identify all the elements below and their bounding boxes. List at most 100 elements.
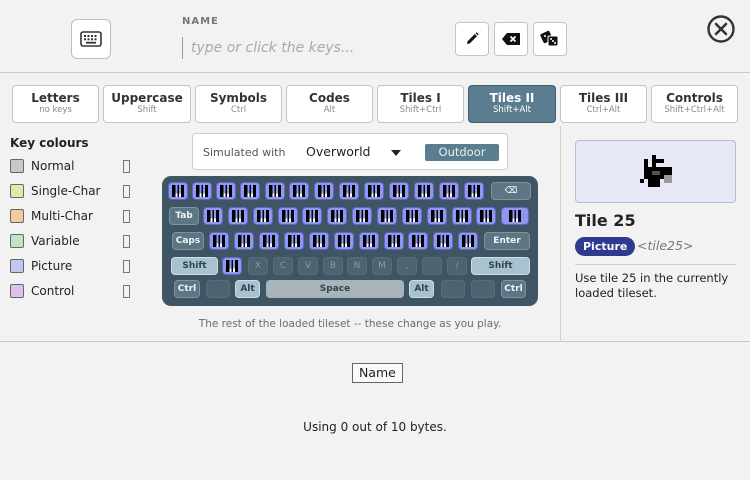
legend-swatch: [10, 259, 24, 273]
tile-key[interactable]: [427, 207, 447, 225]
tile-key[interactable]: [452, 207, 472, 225]
tile-code: <tile25>: [637, 238, 694, 253]
shift-right-key[interactable]: Shift: [471, 257, 530, 275]
tile-key[interactable]: [203, 207, 223, 225]
key-n[interactable]: N: [347, 257, 367, 275]
keyboard-toggle-button[interactable]: [71, 19, 111, 59]
tile-key[interactable]: [414, 182, 434, 200]
world-select[interactable]: Overworld: [306, 144, 370, 159]
tile-key[interactable]: [384, 232, 404, 250]
key-b[interactable]: B: [323, 257, 343, 275]
tab-symbols[interactable]: Symbols Ctrl: [195, 85, 282, 123]
tile-key[interactable]: [222, 257, 242, 275]
tab-shortcut: Shift: [137, 105, 157, 115]
random-button[interactable]: [533, 22, 567, 56]
tab-shortcut: Shift+Alt: [493, 105, 531, 115]
key-v[interactable]: V: [298, 257, 318, 275]
space-key[interactable]: Space: [266, 280, 404, 298]
blank-key[interactable]: [471, 280, 495, 298]
name-input[interactable]: [182, 37, 442, 59]
tab-controls[interactable]: Controls Shift+Ctrl+Alt: [651, 85, 738, 123]
tile-key[interactable]: [209, 232, 229, 250]
key-c[interactable]: C: [273, 257, 293, 275]
tab-tiles-1[interactable]: Tiles I Shift+Ctrl: [377, 85, 464, 123]
pencil-icon: [467, 32, 479, 44]
tile-key[interactable]: [234, 232, 254, 250]
key-comma[interactable]: ,: [397, 257, 417, 275]
tile-key[interactable]: [265, 182, 285, 200]
tile-key[interactable]: [314, 182, 334, 200]
tile-key[interactable]: [216, 182, 236, 200]
tile-key[interactable]: [278, 207, 298, 225]
legend-label: Variable: [31, 234, 80, 248]
legend-glyph: [123, 234, 130, 248]
legend-swatch: [10, 284, 24, 298]
tile-key[interactable]: [339, 182, 359, 200]
tab-shortcut: Ctrl: [230, 105, 247, 115]
legend-glyph: [123, 259, 130, 273]
tab-uppercase[interactable]: Uppercase Shift: [103, 85, 191, 123]
ctrl-left-key[interactable]: Ctrl: [174, 280, 200, 298]
backspace-key[interactable]: ⌫: [491, 182, 531, 200]
byte-usage: Using 0 out of 10 bytes.: [303, 420, 447, 434]
tile-key[interactable]: [302, 207, 322, 225]
legend-label: Single-Char: [31, 184, 101, 198]
backspace-button[interactable]: [494, 22, 528, 56]
tile-key[interactable]: [458, 232, 478, 250]
mode-toggle[interactable]: Outdoor: [425, 144, 499, 161]
chevron-down-icon[interactable]: [391, 150, 401, 156]
legend-item-picture: Picture: [10, 258, 130, 274]
tab-codes[interactable]: Codes Alt: [286, 85, 373, 123]
caps-key[interactable]: Caps: [172, 232, 204, 250]
tile-key[interactable]: [389, 182, 409, 200]
blank-key[interactable]: [441, 280, 465, 298]
alt-left-key[interactable]: Alt: [235, 280, 260, 298]
on-screen-keyboard: ⌫ Tab Caps Enter Shift X C V B N M , . /…: [162, 176, 538, 306]
tile-key[interactable]: [253, 207, 273, 225]
tile-key[interactable]: [433, 232, 453, 250]
legend-item-normal: Normal: [10, 158, 130, 174]
tile-key[interactable]: [289, 182, 309, 200]
blank-key[interactable]: [206, 280, 230, 298]
tile-description: Use tile 25 in the currently loaded tile…: [575, 271, 729, 300]
tab-label: Tiles III: [578, 91, 629, 105]
close-button[interactable]: [706, 14, 736, 44]
tile-key[interactable]: [464, 182, 484, 200]
tile-title: Tile 25: [575, 211, 636, 230]
shift-left-key[interactable]: Shift: [171, 257, 218, 275]
tile-key[interactable]: [359, 232, 379, 250]
tile-key[interactable]: [309, 232, 329, 250]
key-period[interactable]: .: [422, 257, 442, 275]
tab-tiles-2[interactable]: Tiles II Shift+Alt: [468, 85, 556, 123]
tile-key[interactable]: [476, 207, 496, 225]
tile-key[interactable]: [240, 182, 260, 200]
tile-key[interactable]: [192, 182, 212, 200]
tile-key[interactable]: [352, 207, 372, 225]
divider: [575, 264, 736, 265]
alt-right-key[interactable]: Alt: [409, 280, 434, 298]
tile-key[interactable]: [439, 182, 459, 200]
tile-key[interactable]: [402, 207, 422, 225]
enter-key[interactable]: Enter: [484, 232, 530, 250]
key-slash[interactable]: /: [447, 257, 467, 275]
tab-label: Controls: [666, 91, 723, 105]
tile-key[interactable]: [334, 232, 354, 250]
tab-letters[interactable]: Letters no keys: [12, 85, 99, 123]
tile-key[interactable]: [228, 207, 248, 225]
tile-key[interactable]: [327, 207, 347, 225]
tile-key[interactable]: [364, 182, 384, 200]
edit-button[interactable]: [455, 22, 489, 56]
tab-tiles-3[interactable]: Tiles III Ctrl+Alt: [560, 85, 647, 123]
tab-key[interactable]: Tab: [169, 207, 199, 225]
ctrl-right-key[interactable]: Ctrl: [501, 280, 526, 298]
tile-key[interactable]: [259, 232, 279, 250]
tile-key[interactable]: [168, 182, 188, 200]
tab-shortcut: Shift+Ctrl: [399, 105, 442, 115]
tile-key[interactable]: [501, 207, 529, 225]
key-x[interactable]: X: [248, 257, 268, 275]
legend-swatch: [10, 159, 24, 173]
tile-key[interactable]: [377, 207, 397, 225]
tile-key[interactable]: [408, 232, 428, 250]
key-m[interactable]: M: [372, 257, 392, 275]
tile-key[interactable]: [284, 232, 304, 250]
